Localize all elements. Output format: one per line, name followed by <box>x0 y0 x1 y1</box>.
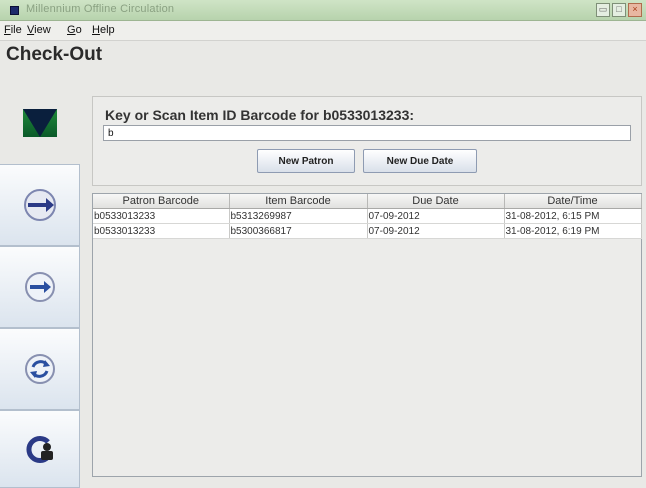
menu-go[interactable]: Go <box>67 24 82 36</box>
menu-file[interactable]: File <box>4 24 22 36</box>
patron-icon <box>25 436 53 463</box>
menu-view[interactable]: View <box>27 24 51 36</box>
window-title: Millennium Offline Circulation <box>26 3 175 15</box>
page-title: Check-Out <box>6 44 103 65</box>
maximize-icon[interactable]: □ <box>612 3 626 17</box>
logo-tile <box>0 82 80 164</box>
checkin-icon <box>24 272 55 302</box>
cell-patron-barcode: b0533013233 <box>93 208 230 224</box>
cell-date-time: 31-08-2012, 6:15 PM <box>504 208 642 224</box>
checkout-nav-button[interactable] <box>0 164 80 246</box>
cell-due-date: 07-09-2012 <box>367 223 505 239</box>
checkout-table: Patron Barcode Item Barcode Due Date Dat… <box>92 193 642 477</box>
new-patron-button[interactable]: New Patron <box>257 149 355 173</box>
logo-icon <box>23 109 57 137</box>
close-icon[interactable]: × <box>628 3 642 17</box>
table-row[interactable]: b0533013233 b5300366817 07-09-2012 31-08… <box>93 223 642 239</box>
checkin-nav-button[interactable] <box>0 246 80 328</box>
scan-prompt-text: Key or Scan Item ID Barcode for <box>105 107 319 123</box>
patron-barcode-label: b0533013233: <box>322 107 415 123</box>
checkout-icon <box>23 189 56 221</box>
item-barcode-input[interactable] <box>103 125 631 141</box>
renew-nav-button[interactable] <box>0 328 80 410</box>
table-row[interactable]: b0533013233 b5313269987 07-09-2012 31-08… <box>93 208 642 224</box>
column-header-patron-barcode[interactable]: Patron Barcode <box>93 194 230 209</box>
table-header: Patron Barcode Item Barcode Due Date Dat… <box>93 194 642 209</box>
cell-item-barcode: b5313269987 <box>229 208 368 224</box>
restore-icon[interactable]: ▭ <box>596 3 610 17</box>
renew-icon <box>24 354 55 384</box>
column-header-date-time[interactable]: Date/Time <box>504 194 642 209</box>
window-titlebar: Millennium Offline Circulation ▭ □ × <box>0 0 646 21</box>
cell-due-date: 07-09-2012 <box>367 208 505 224</box>
patron-nav-button[interactable] <box>0 410 80 488</box>
menu-help[interactable]: Help <box>92 24 115 36</box>
column-header-due-date[interactable]: Due Date <box>367 194 505 209</box>
scan-prompt: Key or Scan Item ID Barcode for b05330132… <box>105 107 414 123</box>
scan-panel: Key or Scan Item ID Barcode for b05330132… <box>92 96 642 186</box>
window-controls: ▭ □ × <box>596 3 642 17</box>
new-due-date-button[interactable]: New Due Date <box>363 149 477 173</box>
cell-item-barcode: b5300366817 <box>229 223 368 239</box>
menu-bar: File View Go Help <box>0 21 646 41</box>
app-icon <box>10 6 19 15</box>
cell-patron-barcode: b0533013233 <box>93 223 230 239</box>
column-header-item-barcode[interactable]: Item Barcode <box>229 194 368 209</box>
left-rail <box>0 82 80 488</box>
cell-date-time: 31-08-2012, 6:19 PM <box>504 223 642 239</box>
